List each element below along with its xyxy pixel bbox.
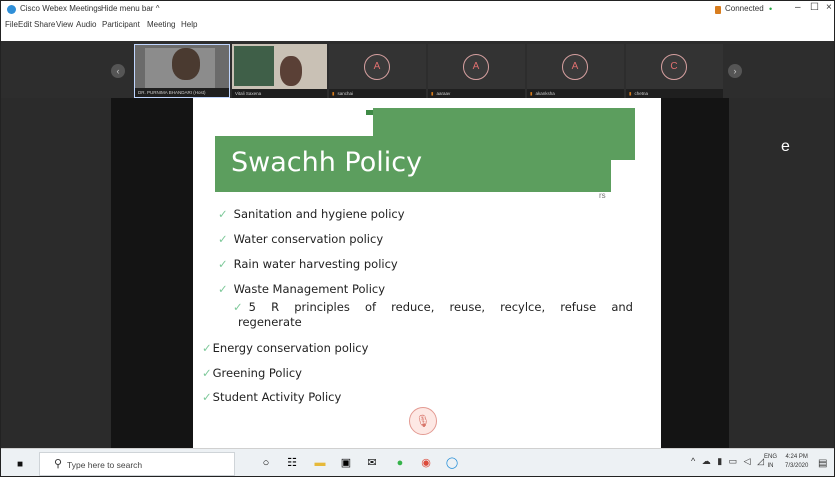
background-text: rs <box>599 191 606 200</box>
slide-bullet: ✓ Rain water harvesting policy <box>218 257 398 271</box>
participant-name: akanksha <box>535 91 555 96</box>
app-title: Cisco Webex Meetings <box>20 4 102 13</box>
menu-participant[interactable]: Participant <box>102 20 140 29</box>
system-tray[interactable]: ^ ☁ ▮ ▭ ◁ ◿ <box>691 456 766 467</box>
menu-view[interactable]: View <box>56 20 73 29</box>
minimize-button[interactable]: – <box>795 2 801 13</box>
menu-share[interactable]: Share <box>34 20 55 29</box>
file-explorer-icon[interactable]: ▬ <box>313 456 327 470</box>
participant-face <box>280 56 302 86</box>
whatsapp-icon[interactable]: ● <box>393 456 407 470</box>
connection-indicator: • <box>769 4 773 14</box>
slide-bullet: ✓Greening Policy <box>202 366 302 380</box>
check-icon: ✓ <box>218 282 228 296</box>
connection-icon <box>715 6 721 14</box>
participant-face <box>172 48 200 80</box>
slide-sub-bullet: ✓ 5 R principles of reduce, reuse, recylc… <box>233 300 633 329</box>
mail-icon[interactable]: ✉ <box>365 456 379 470</box>
store-icon[interactable]: ▣ <box>339 456 353 470</box>
clock-time: 4:24 PM <box>785 454 808 460</box>
clock-date: 7/3/2020 <box>785 463 809 469</box>
menu-file[interactable]: File <box>5 20 18 29</box>
maximize-button[interactable]: ☐ <box>810 2 819 13</box>
menu-help[interactable]: Help <box>181 20 197 29</box>
participant-tile-host[interactable]: DR. PURNIMA BHANDARI (Host) <box>134 44 230 98</box>
task-view-icon[interactable]: ○ <box>259 456 273 470</box>
content-margin-right <box>661 98 729 448</box>
menu-audio[interactable]: Audio <box>76 20 96 29</box>
participant-name: sanchai <box>337 91 353 96</box>
muted-microphone-icon[interactable]: 🎙 <box>409 407 437 435</box>
background-title-text: e <box>781 138 790 155</box>
participant-name: DR. PURNIMA BHANDARI (Host) <box>138 90 206 95</box>
notification-icon[interactable]: ▤ <box>818 458 827 469</box>
participant-name: aaraav <box>436 91 451 96</box>
search-icon: ⚲ <box>54 458 63 470</box>
participant-name: Vitali Saxena <box>235 91 262 96</box>
avatar: A <box>364 54 390 80</box>
shared-content-area: e rs rs Swachh Policy ✓Sanitation and hy… <box>1 98 834 448</box>
chrome-icon[interactable]: ◉ <box>419 456 433 470</box>
widgets-icon[interactable]: ☷ <box>285 456 299 470</box>
connection-status[interactable]: Connected <box>725 4 764 13</box>
check-icon: ✓ <box>233 300 243 314</box>
menu-meeting[interactable]: Meeting <box>147 20 175 29</box>
microphone-icon: ▮ <box>629 91 632 96</box>
slide-bullet: ✓Student Activity Policy <box>202 390 342 404</box>
chevron-right-icon[interactable]: › <box>728 64 742 78</box>
microphone-icon: ▮ <box>332 91 335 96</box>
language-indicator[interactable]: ENG IN <box>764 453 777 471</box>
title-bar: Cisco Webex Meetings Hide menu bar ^ Con… <box>1 1 834 18</box>
windows-start-icon[interactable]: ■ <box>17 459 23 470</box>
webex-taskbar-icon[interactable]: ◯ <box>445 456 459 470</box>
slide-title: Swachh Policy <box>231 147 423 178</box>
windows-taskbar: ■ ⚲ Type here to search ○ ☷ ▬ ▣ ✉ ● ◉ ◯ … <box>1 448 834 476</box>
participant-video <box>234 46 274 86</box>
participant-name: chetna <box>634 91 648 96</box>
microphone-icon: ▮ <box>530 91 533 96</box>
webex-window: Cisco Webex Meetings Hide menu bar ^ Con… <box>0 0 835 477</box>
clock[interactable]: 4:24 PM 7/3/2020 <box>785 453 808 471</box>
check-icon: ✓ <box>218 257 228 271</box>
taskbar-search[interactable]: ⚲ Type here to search <box>39 452 235 476</box>
slide-bullet: ✓ Sanitation and hygiene policy <box>218 207 405 221</box>
participant-tile[interactable]: A ▮ aaraav <box>428 44 525 98</box>
participant-tile[interactable]: A ▮ sanchai <box>329 44 426 98</box>
slide-title-box: Swachh Policy <box>215 136 611 192</box>
check-icon: ✓ <box>218 232 228 246</box>
close-button[interactable]: × <box>826 2 832 13</box>
check-icon: ✓ <box>218 207 228 221</box>
slide-bullet: ✓Energy conservation policy <box>202 341 369 355</box>
search-placeholder: Type here to search <box>67 460 143 470</box>
check-icon: ✓ <box>202 366 212 380</box>
menu-bar: File Edit Share View Audio Participant M… <box>1 18 834 33</box>
participant-tile[interactable]: Vitali Saxena <box>232 44 327 98</box>
microphone-icon: ▮ <box>431 91 434 96</box>
hide-menu-bar-button[interactable]: Hide menu bar ^ <box>101 4 159 13</box>
check-icon: ✓ <box>202 390 212 404</box>
menu-edit[interactable]: Edit <box>18 20 32 29</box>
check-icon: ✓ <box>202 341 212 355</box>
webex-logo-icon <box>7 5 16 14</box>
participant-tile[interactable]: A ▮ akanksha <box>527 44 624 98</box>
participant-tile[interactable]: C ▮ chetna <box>626 44 723 98</box>
content-margin-left <box>111 98 193 448</box>
avatar: A <box>562 54 588 80</box>
chevron-left-icon[interactable]: ‹ <box>111 64 125 78</box>
presentation-slide: e rs rs Swachh Policy ✓Sanitation and hy… <box>193 98 790 448</box>
avatar: C <box>661 54 687 80</box>
slide-bullet: ✓ Water conservation policy <box>218 232 384 246</box>
slide-bullet: ✓ Waste Management Policy <box>218 282 386 296</box>
avatar: A <box>463 54 489 80</box>
participant-strip: ‹ DR. PURNIMA BHANDARI (Host) Vitali Sax… <box>1 41 834 98</box>
